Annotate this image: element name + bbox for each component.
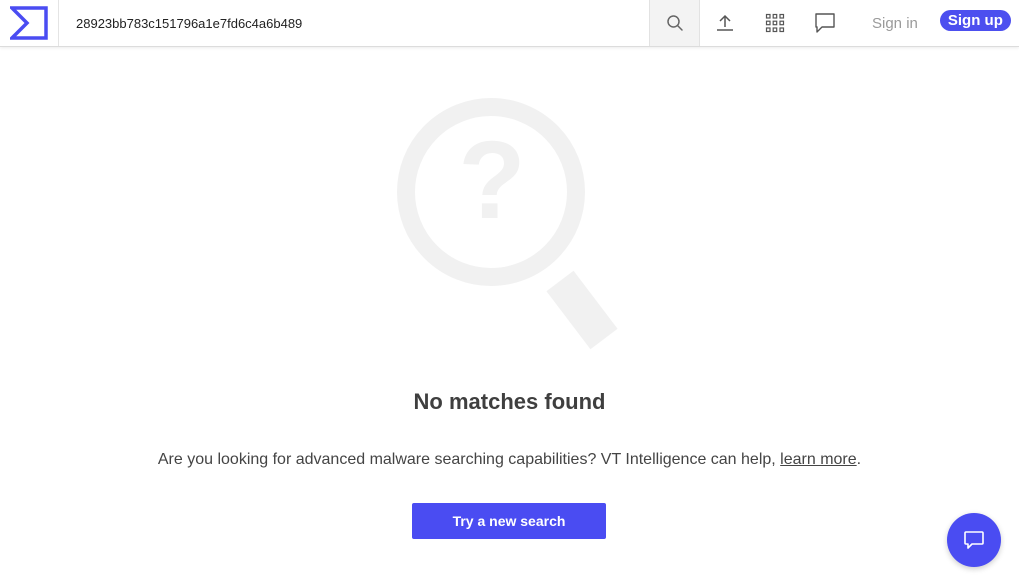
question-magnifier-icon: ? [397, 98, 618, 350]
feedback-button[interactable] [800, 0, 850, 46]
apps-grid-icon [765, 13, 785, 33]
logo[interactable] [0, 0, 59, 46]
virustotal-sigma-logo-icon [10, 6, 48, 40]
top-bar: Sign in Sign up [0, 0, 1019, 47]
page-title: No matches found [413, 389, 606, 414]
apps-button[interactable] [750, 0, 800, 46]
svg-text:?: ? [458, 119, 525, 242]
sign-up-button[interactable]: Sign up [939, 10, 1011, 31]
search-button[interactable] [649, 0, 700, 46]
upload-button[interactable] [700, 0, 750, 46]
try-new-search-button[interactable]: Try a new search [412, 503, 606, 539]
message-text: Are you looking for advanced malware sea… [157, 451, 781, 468]
chat-widget-button[interactable] [947, 513, 1001, 567]
intelligence-message: Are you looking for advanced malware sea… [0, 451, 1019, 469]
learn-more-link[interactable]: learn more [780, 451, 856, 468]
sign-in-link[interactable]: Sign in [872, 0, 918, 46]
search-input[interactable] [59, 0, 649, 46]
chat-bubble-icon [815, 13, 835, 33]
search-icon [666, 15, 683, 31]
message-suffix: . [856, 451, 862, 468]
upload-icon [717, 14, 733, 31]
chat-icon [964, 531, 984, 549]
